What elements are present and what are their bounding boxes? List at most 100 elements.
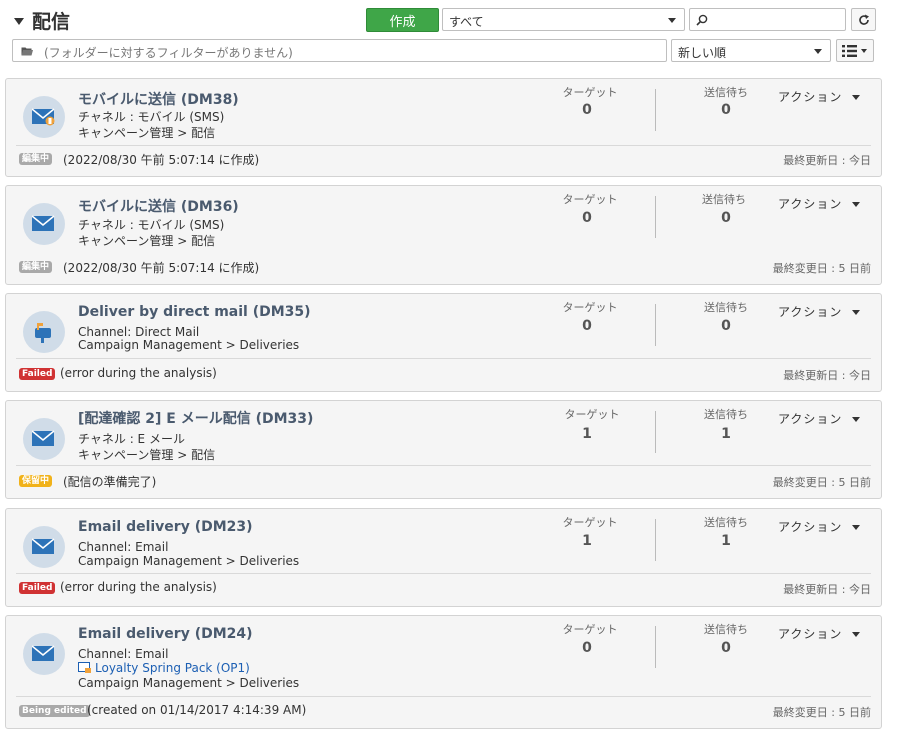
delivery-folder-path: Campaign Management > Deliveries	[78, 338, 300, 352]
delivery-channel: チャネル : モバイル (SMS)	[78, 110, 225, 124]
delivery-title[interactable]: モバイルに送信 (DM38)	[78, 89, 239, 109]
action-label: アクション	[778, 90, 843, 104]
operation-icon	[78, 662, 91, 673]
pending-count: 0	[721, 640, 731, 656]
delivery-card[interactable]: モバイルに送信 (DM36) チャネル : モバイル (SMS) キャンペーン管…	[5, 185, 882, 285]
action-label: アクション	[778, 305, 843, 319]
avatar	[23, 418, 65, 460]
stats-divider	[655, 519, 656, 561]
delivery-channel: Channel: Email	[78, 540, 169, 554]
status-badge: 編集中	[19, 153, 53, 165]
pending-label: 送信待ち	[704, 408, 748, 421]
pending-label: 送信待ち	[704, 623, 748, 636]
action-menu[interactable]: アクション	[778, 518, 861, 535]
status-filter-select[interactable]: すべて	[442, 8, 685, 31]
delivery-channel: チャネル : モバイル (SMS)	[78, 218, 225, 232]
last-modified: 最終更新日 : 今日	[783, 583, 871, 596]
email-delivery-icon	[32, 645, 55, 661]
chevron-down-icon	[852, 417, 861, 422]
action-menu[interactable]: アクション	[778, 625, 861, 642]
chevron-down-icon	[852, 525, 861, 530]
delivery-card[interactable]: Email delivery (DM24) Channel: Email Loy…	[5, 615, 882, 729]
delivery-card[interactable]: Email delivery (DM23) Channel: Email Cam…	[5, 508, 882, 607]
pending-count: 1	[721, 533, 731, 549]
status-detail: (2022/08/30 午前 5:07:14 に作成)	[63, 261, 260, 275]
action-label: アクション	[778, 197, 843, 211]
list-header: 配信 作成 すべて (フォルダーに対するフィルターがありません) 新しい順	[0, 0, 903, 70]
chevron-down-icon	[861, 49, 867, 53]
pending-label: 送信待ち	[704, 516, 748, 529]
status-detail: (created on 01/14/2017 4:14:39 AM)	[87, 703, 307, 717]
delivery-folder-path: Campaign Management > Deliveries	[78, 676, 300, 690]
delivery-title[interactable]: Email delivery (DM23)	[78, 519, 253, 535]
search-icon	[696, 14, 708, 26]
email-delivery-icon	[32, 215, 55, 231]
target-label: ターゲット	[562, 623, 618, 636]
action-menu[interactable]: アクション	[778, 410, 861, 427]
pending-label: 送信待ち	[702, 193, 746, 206]
avatar	[23, 311, 65, 353]
target-count: 1	[582, 533, 592, 549]
avatar	[23, 633, 65, 675]
mobile-delivery-icon	[32, 108, 55, 126]
card-divider	[16, 145, 871, 146]
section-title[interactable]: 配信	[14, 7, 70, 34]
delivery-card[interactable]: モバイルに送信 (DM38) チャネル : モバイル (SMS) キャンペーン管…	[5, 78, 882, 177]
target-label: ターゲット	[562, 193, 618, 206]
status-filter-value: すべて	[449, 15, 484, 29]
status-badge: 保留中	[19, 475, 53, 487]
avatar	[23, 96, 65, 138]
page-title: 配信	[32, 11, 71, 33]
action-menu[interactable]: アクション	[778, 195, 861, 212]
delivery-channel: Channel: Direct Mail	[78, 325, 200, 339]
folder-filter-field[interactable]: (フォルダーに対するフィルターがありません)	[12, 39, 667, 62]
collapse-triangle-icon[interactable]	[14, 18, 24, 25]
chevron-down-icon	[668, 18, 676, 23]
delivery-card[interactable]: [配達確認 2] E メール配信 (DM33) チャネル : E メール キャン…	[5, 400, 882, 499]
status-detail: (2022/08/30 午前 5:07:14 に作成)	[63, 153, 260, 167]
delivery-title[interactable]: Deliver by direct mail (DM35)	[78, 304, 311, 320]
create-button[interactable]: 作成	[366, 8, 439, 32]
target-label: ターゲット	[562, 86, 618, 99]
view-mode-button[interactable]	[836, 39, 874, 62]
delivery-title[interactable]: [配達確認 2] E メール配信 (DM33)	[78, 408, 313, 428]
operation-link[interactable]: Loyalty Spring Pack (OP1)	[95, 661, 250, 675]
pending-label: 送信待ち	[704, 86, 748, 99]
action-menu[interactable]: アクション	[778, 303, 861, 320]
delivery-folder-path: キャンペーン管理 > 配信	[78, 448, 216, 462]
chevron-down-icon	[852, 632, 861, 637]
refresh-button[interactable]	[851, 8, 876, 31]
target-count: 0	[582, 102, 592, 118]
delivery-folder-path: キャンペーン管理 > 配信	[78, 126, 216, 140]
delivery-channel: チャネル : E メール	[78, 432, 185, 446]
chevron-down-icon	[852, 310, 861, 315]
delivery-title[interactable]: モバイルに送信 (DM36)	[78, 196, 239, 216]
last-modified: 最終更新日 : 今日	[783, 154, 871, 167]
stats-divider	[655, 626, 656, 668]
sort-value: 新しい順	[678, 46, 727, 60]
status-badge: Being edited	[19, 705, 90, 717]
operation-link-row: Loyalty Spring Pack (OP1)	[78, 661, 250, 675]
sort-select[interactable]: 新しい順	[671, 39, 831, 62]
delivery-folder-path: キャンペーン管理 > 配信	[78, 234, 216, 248]
status-badge: Failed	[19, 582, 56, 594]
target-label: ターゲット	[562, 301, 618, 314]
stats-divider	[655, 89, 656, 131]
status-badge: 編集中	[19, 261, 53, 273]
action-menu[interactable]: アクション	[778, 88, 861, 105]
stats-divider	[655, 304, 656, 346]
search-input[interactable]	[689, 8, 846, 31]
pending-count: 0	[721, 210, 731, 226]
folder-icon	[21, 47, 33, 56]
refresh-icon	[858, 14, 869, 25]
action-label: アクション	[778, 627, 843, 641]
chevron-down-icon	[852, 95, 861, 100]
target-label: ターゲット	[562, 516, 618, 529]
delivery-title[interactable]: Email delivery (DM24)	[78, 626, 253, 642]
delivery-channel: Channel: Email	[78, 647, 169, 661]
status-badge: Failed	[19, 368, 56, 380]
pending-count: 1	[721, 426, 731, 442]
pending-count: 0	[721, 318, 731, 334]
status-detail: (配信の準備完了)	[63, 475, 157, 489]
delivery-card[interactable]: Deliver by direct mail (DM35) Channel: D…	[5, 293, 882, 392]
